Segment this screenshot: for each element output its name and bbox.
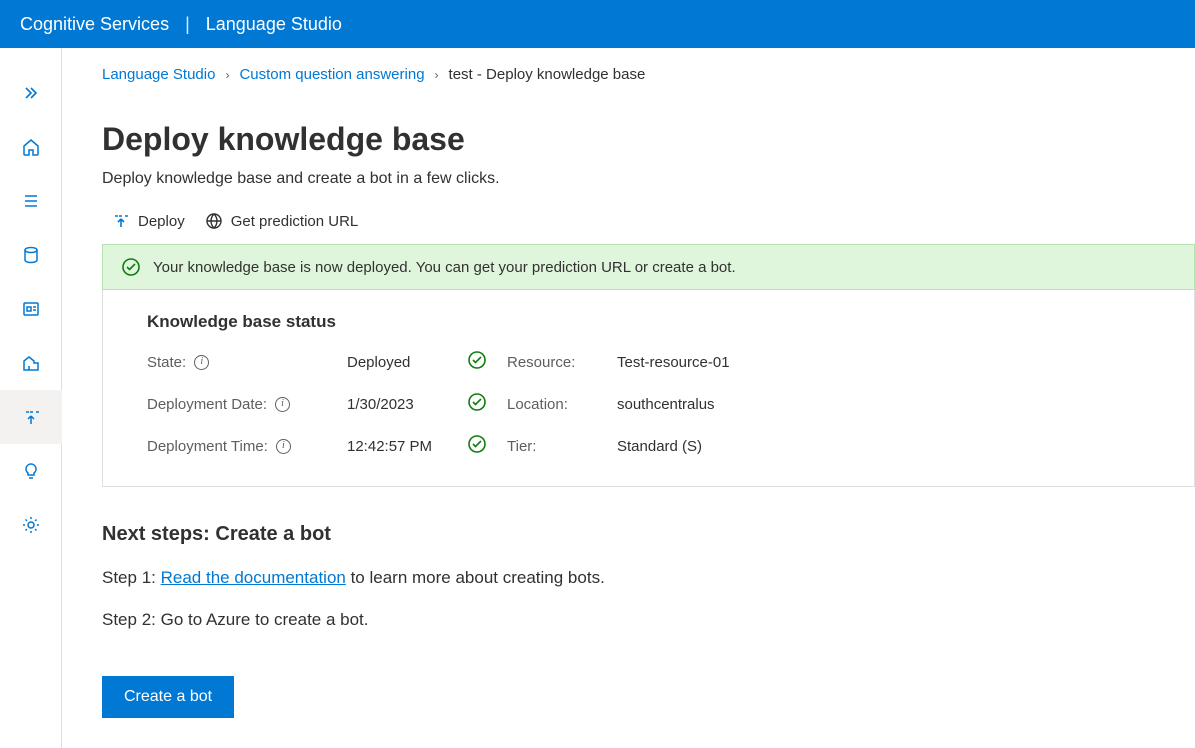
label-location: Location: bbox=[507, 396, 617, 413]
label-state: State: bbox=[147, 354, 347, 371]
database-icon bbox=[21, 245, 41, 265]
label-resource: Resource: bbox=[507, 354, 617, 371]
sidebar-deploy[interactable] bbox=[0, 390, 62, 444]
sidebar-home[interactable] bbox=[0, 120, 62, 174]
deploy-button[interactable]: Deploy bbox=[112, 212, 185, 230]
value-location: southcentralus bbox=[617, 396, 1150, 413]
info-icon[interactable] bbox=[275, 397, 290, 412]
page-subtitle: Deploy knowledge base and create a bot i… bbox=[102, 170, 1195, 188]
check-icon bbox=[467, 392, 507, 416]
sidebar-ideas[interactable] bbox=[0, 444, 62, 498]
sidebar-projects[interactable] bbox=[0, 282, 62, 336]
value-state: Deployed bbox=[347, 354, 467, 371]
label-date: Deployment Date: bbox=[147, 396, 347, 413]
product-label[interactable]: Language Studio bbox=[206, 14, 342, 35]
sidebar-list[interactable] bbox=[0, 174, 62, 228]
value-date: 1/30/2023 bbox=[347, 396, 467, 413]
lightbulb-icon bbox=[21, 461, 41, 481]
get-url-button[interactable]: Get prediction URL bbox=[205, 212, 359, 230]
next-steps: Next steps: Create a bot Step 1: Read th… bbox=[102, 523, 1195, 630]
check-icon bbox=[467, 350, 507, 374]
info-icon[interactable] bbox=[194, 355, 209, 370]
next-heading: Next steps: Create a bot bbox=[102, 523, 1195, 546]
breadcrumb-link-cqa[interactable]: Custom question answering bbox=[239, 66, 424, 83]
main-content: Language Studio › Custom question answer… bbox=[62, 48, 1195, 748]
breadcrumb-link-studio[interactable]: Language Studio bbox=[102, 66, 215, 83]
value-time: 12:42:57 PM bbox=[347, 438, 467, 455]
get-url-label: Get prediction URL bbox=[231, 213, 359, 230]
documentation-link[interactable]: Read the documentation bbox=[161, 568, 346, 587]
buildings-icon bbox=[21, 353, 41, 373]
brand-separator: | bbox=[185, 14, 190, 35]
deploy-icon bbox=[112, 212, 130, 230]
sidebar-expand[interactable] bbox=[0, 66, 62, 120]
chevron-right-icon: › bbox=[225, 68, 229, 82]
gear-icon bbox=[21, 515, 41, 535]
sidebar-buildings[interactable] bbox=[0, 336, 62, 390]
value-resource: Test-resource-01 bbox=[617, 354, 1150, 371]
home-icon bbox=[21, 137, 41, 157]
label-time: Deployment Time: bbox=[147, 438, 347, 455]
breadcrumb-current: test - Deploy knowledge base bbox=[449, 66, 646, 83]
brand-label[interactable]: Cognitive Services bbox=[20, 14, 169, 35]
sidebar bbox=[0, 48, 62, 748]
next-step2: Step 2: Go to Azure to create a bot. bbox=[102, 610, 1195, 630]
page-title: Deploy knowledge base bbox=[102, 121, 1195, 158]
top-bar: Cognitive Services | Language Studio bbox=[0, 0, 1195, 48]
chevron-double-right-icon bbox=[23, 85, 39, 101]
label-tier: Tier: bbox=[507, 438, 617, 455]
deploy-icon bbox=[21, 407, 41, 427]
success-banner: Your knowledge base is now deployed. You… bbox=[102, 244, 1195, 290]
breadcrumb: Language Studio › Custom question answer… bbox=[102, 66, 1195, 83]
sidebar-settings[interactable] bbox=[0, 498, 62, 552]
list-icon bbox=[21, 191, 41, 211]
info-icon[interactable] bbox=[276, 439, 291, 454]
toolbar: Deploy Get prediction URL bbox=[102, 212, 1195, 230]
banner-text: Your knowledge base is now deployed. You… bbox=[153, 259, 736, 276]
sidebar-data[interactable] bbox=[0, 228, 62, 282]
check-icon bbox=[467, 434, 507, 458]
next-step1: Step 1: Read the documentation to learn … bbox=[102, 568, 1195, 588]
value-tier: Standard (S) bbox=[617, 438, 1150, 455]
globe-icon bbox=[205, 212, 223, 230]
status-heading: Knowledge base status bbox=[147, 312, 1150, 332]
newspaper-icon bbox=[21, 299, 41, 319]
chevron-right-icon: › bbox=[435, 68, 439, 82]
deploy-label: Deploy bbox=[138, 213, 185, 230]
status-card: Knowledge base status State: Deployed Re… bbox=[102, 290, 1195, 487]
success-check-icon bbox=[121, 257, 141, 277]
create-bot-button[interactable]: Create a bot bbox=[102, 676, 234, 718]
